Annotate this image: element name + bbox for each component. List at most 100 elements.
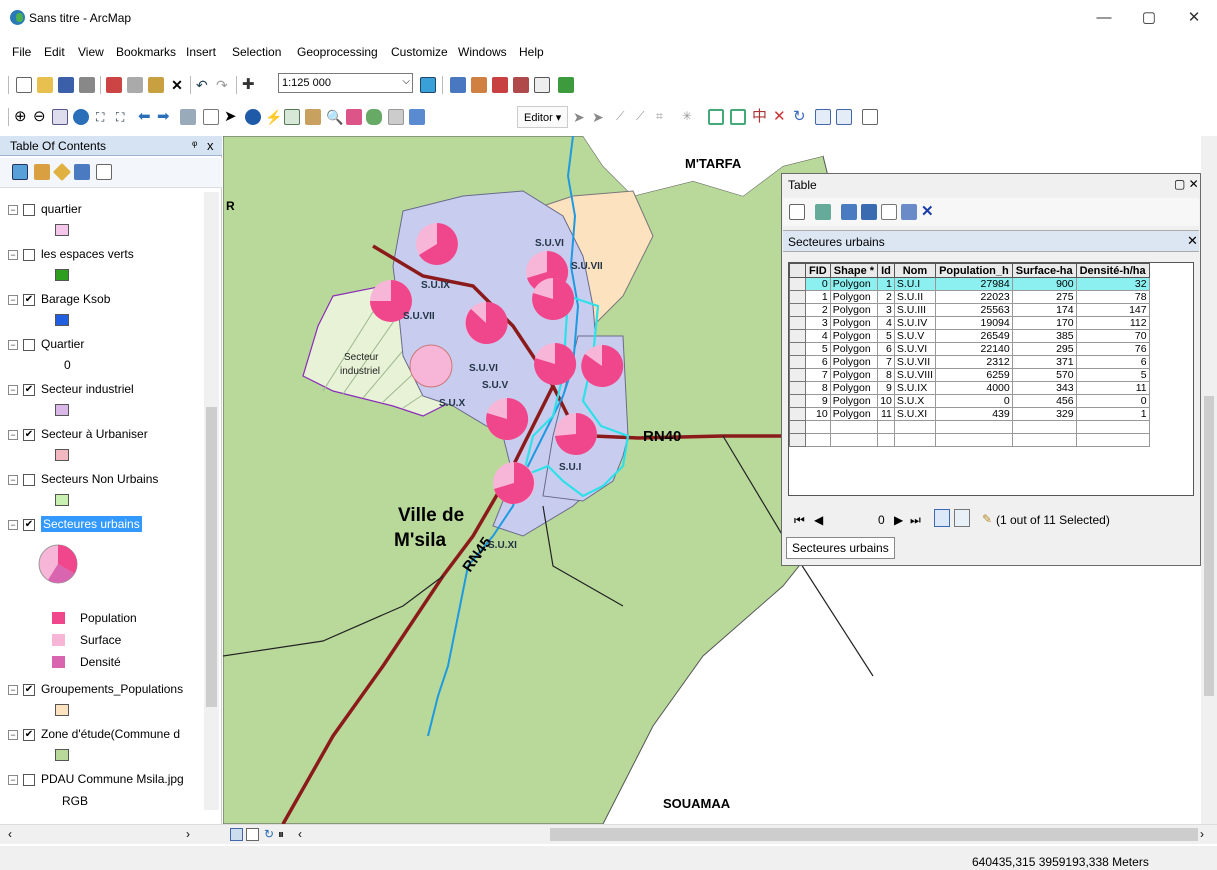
table-cell[interactable]: 174 bbox=[1011, 303, 1077, 317]
zoom-in-icon[interactable]: ⊕ bbox=[14, 109, 30, 125]
table-row[interactable]: 9 Polygon 10 S.U.X 0 456 0 bbox=[789, 394, 1150, 408]
table-cell[interactable]: 1 bbox=[805, 290, 831, 304]
column-header[interactable]: Nom bbox=[893, 263, 937, 278]
select-elements-icon[interactable]: ➤ bbox=[224, 109, 240, 125]
toc-close-button[interactable]: x bbox=[207, 138, 214, 153]
layer-secteurs-non-urbains[interactable]: − Secteurs Non Urbains bbox=[8, 472, 158, 486]
table-cell[interactable]: 275 bbox=[1011, 290, 1077, 304]
layer-pdau-jpg[interactable]: − PDAU Commune Msila.jpg bbox=[8, 772, 184, 786]
table-cell[interactable]: 6259 bbox=[935, 368, 1013, 382]
scroll-left-icon[interactable]: ‹ bbox=[8, 827, 12, 841]
row-selector[interactable] bbox=[789, 355, 806, 369]
row-selector[interactable] bbox=[789, 316, 806, 330]
new-document-icon[interactable] bbox=[16, 77, 32, 93]
table-cell[interactable]: 0 bbox=[1075, 394, 1150, 408]
table-cell[interactable]: Polygon bbox=[829, 277, 879, 291]
hyperlink-icon[interactable]: ⚡ bbox=[265, 109, 282, 125]
clear-selection-icon[interactable] bbox=[203, 109, 219, 125]
menu-edit[interactable]: Edit bbox=[44, 45, 65, 59]
layout-view-icon[interactable] bbox=[246, 828, 259, 841]
refresh-icon[interactable]: ↻ bbox=[264, 827, 274, 841]
menu-customize[interactable]: Customize bbox=[391, 45, 448, 59]
table-cell[interactable]: 6 bbox=[805, 355, 831, 369]
table-cell[interactable]: S.U.II bbox=[893, 290, 937, 304]
menu-windows[interactable]: Windows bbox=[458, 45, 507, 59]
model-builder-icon[interactable] bbox=[558, 77, 574, 93]
table-cell[interactable]: 343 bbox=[1011, 381, 1077, 395]
print-icon[interactable] bbox=[79, 77, 95, 93]
straight-segment-icon[interactable]: ⟋ bbox=[616, 109, 632, 125]
table-cell[interactable]: 3 bbox=[877, 303, 895, 317]
last-record-icon[interactable]: ⏭ bbox=[910, 513, 921, 528]
table-cell[interactable]: 170 bbox=[1011, 316, 1077, 330]
map-horizontal-scroll-thumb[interactable] bbox=[550, 828, 1198, 841]
delete-selected-icon[interactable]: ✕ bbox=[921, 204, 937, 220]
collapse-icon[interactable]: − bbox=[8, 384, 18, 395]
table-cell[interactable]: S.U.VI bbox=[893, 342, 937, 356]
table-cell[interactable]: 6 bbox=[877, 342, 895, 356]
table-cell[interactable]: 900 bbox=[1011, 277, 1077, 291]
table-row[interactable]: 0 Polygon 1 S.U.I 27984 900 32 bbox=[789, 277, 1150, 291]
pin-icon[interactable]: ᵠ bbox=[192, 138, 197, 152]
table-cell[interactable]: 11 bbox=[1075, 381, 1150, 395]
table-cell[interactable]: 8 bbox=[805, 381, 831, 395]
map-scroll-left-icon[interactable]: ‹ bbox=[298, 827, 302, 841]
attribute-grid[interactable]: FID Shape * Id Nom Population_h Surface-… bbox=[788, 262, 1194, 496]
zoom-out-icon[interactable]: ⊖ bbox=[33, 109, 49, 125]
table-row[interactable]: 1 Polygon 2 S.U.II 22023 275 78 bbox=[789, 290, 1150, 304]
row-selector[interactable] bbox=[789, 381, 806, 395]
create-features-icon[interactable] bbox=[862, 109, 878, 125]
layer-checkbox[interactable] bbox=[23, 203, 35, 216]
table-cell[interactable]: 78 bbox=[1075, 290, 1150, 304]
edit-tool-icon[interactable]: ➤ bbox=[573, 109, 589, 125]
table-cell[interactable]: 371 bbox=[1011, 355, 1077, 369]
table-cell[interactable]: 295 bbox=[1011, 342, 1077, 356]
layer-secteur-industriel[interactable]: − ✔ Secteur industriel bbox=[8, 382, 134, 396]
table-row[interactable]: 5 Polygon 6 S.U.VI 22140 295 76 bbox=[789, 342, 1150, 356]
table-cell[interactable]: S.U.XI bbox=[893, 407, 937, 421]
layer-checkbox[interactable]: ✔ bbox=[23, 518, 35, 531]
catalog-icon[interactable] bbox=[471, 77, 487, 93]
save-icon[interactable] bbox=[58, 77, 74, 93]
collapse-icon[interactable]: − bbox=[8, 429, 18, 440]
table-cell[interactable]: 25563 bbox=[935, 303, 1013, 317]
table-cell[interactable]: S.U.I bbox=[893, 277, 937, 291]
row-selector[interactable] bbox=[789, 368, 806, 382]
table-cell[interactable]: Polygon bbox=[829, 290, 879, 304]
collapse-icon[interactable]: − bbox=[8, 294, 18, 305]
row-selector[interactable] bbox=[789, 277, 806, 291]
layer-checkbox[interactable]: ✔ bbox=[23, 728, 35, 741]
menu-file[interactable]: File bbox=[12, 45, 31, 59]
layer-barage-ksob[interactable]: − ✔ Barage Ksob bbox=[8, 292, 110, 306]
table-tab-secteures-urbains[interactable]: Secteures urbains bbox=[786, 537, 895, 559]
table-cell[interactable]: Polygon bbox=[829, 316, 879, 330]
show-all-records-icon[interactable] bbox=[934, 509, 950, 527]
table-cell[interactable]: Polygon bbox=[829, 368, 879, 382]
layer-checkbox[interactable]: ✔ bbox=[23, 383, 35, 396]
edit-annotation-icon[interactable]: ➤ bbox=[592, 109, 608, 125]
layer-quartier-lower[interactable]: − quartier bbox=[8, 202, 82, 216]
layer-secteures-urbains[interactable]: − ✔ Secteures urbains bbox=[8, 516, 142, 532]
add-data-icon[interactable]: ✚ bbox=[242, 77, 258, 93]
layer-espaces-verts[interactable]: − les espaces verts bbox=[8, 247, 134, 261]
table-cell[interactable]: 456 bbox=[1011, 394, 1077, 408]
trace-icon[interactable]: ⌗ bbox=[656, 109, 672, 125]
table-cell[interactable]: Polygon bbox=[829, 342, 879, 356]
table-cell[interactable]: S.U.V bbox=[893, 329, 937, 343]
column-header[interactable]: Densité-h/ha bbox=[1075, 263, 1150, 278]
toc-vertical-scrollbar[interactable] bbox=[204, 192, 219, 810]
table-cell[interactable]: 22140 bbox=[935, 342, 1013, 356]
list-by-source-icon[interactable] bbox=[34, 164, 50, 180]
show-selected-records-icon[interactable] bbox=[954, 509, 970, 527]
table-cell[interactable]: 439 bbox=[935, 407, 1013, 421]
layer-groupements-populations[interactable]: − ✔ Groupements_Populations bbox=[8, 682, 183, 696]
table-row[interactable]: 10 Polygon 11 S.U.XI 439 329 1 bbox=[789, 407, 1150, 421]
table-cell[interactable]: 4 bbox=[805, 329, 831, 343]
table-row[interactable]: 7 Polygon 8 S.U.VIII 6259 570 5 bbox=[789, 368, 1150, 382]
layer-zone-etude[interactable]: − ✔ Zone d'étude(Commune d bbox=[8, 727, 180, 741]
first-record-icon[interactable]: ⏮ bbox=[794, 513, 805, 528]
arctoolbox-icon[interactable] bbox=[513, 77, 529, 93]
minimize-button[interactable]: — bbox=[1087, 6, 1121, 30]
point-icon[interactable]: ✳ bbox=[682, 109, 698, 125]
next-record-icon[interactable]: ▶ bbox=[894, 513, 903, 527]
